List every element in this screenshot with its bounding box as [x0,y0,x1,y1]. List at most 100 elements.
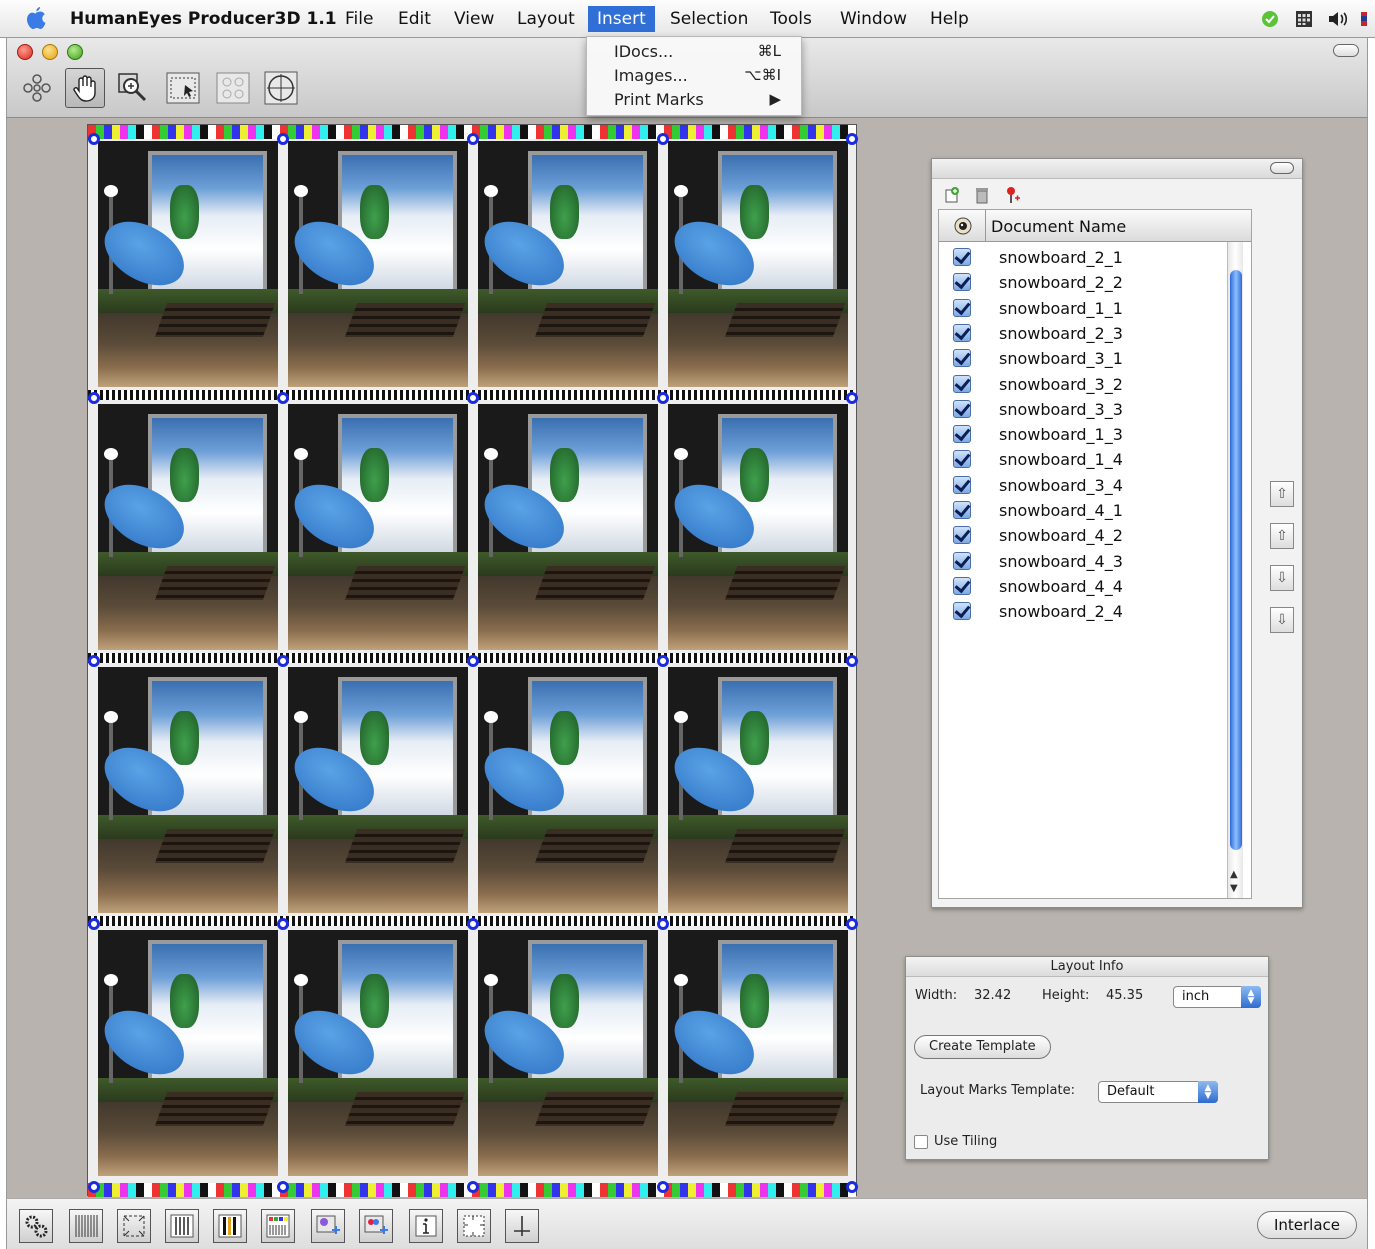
use-tiling-checkbox[interactable] [914,1135,928,1149]
calendar-grid-icon[interactable] [1293,8,1315,30]
scroll-up-arrow-icon[interactable]: ▲ [1230,869,1238,880]
registration-dot[interactable] [467,133,479,145]
menu-edit[interactable]: Edit [398,9,431,29]
column-header-document-name[interactable]: Document Name [991,217,1126,236]
registration-dot[interactable] [88,392,100,404]
minimize-window-button[interactable] [42,44,58,60]
snowboard-image-tile[interactable] [668,141,848,387]
settings-tool-button[interactable] [19,1209,53,1243]
document-row[interactable]: snowboard_2_3 [939,322,1229,347]
registration-dot[interactable] [277,392,289,404]
layout-marks-template-select[interactable]: Default ▲ ▼ [1098,1081,1218,1103]
move-down-button[interactable]: ⇩ [1270,565,1294,591]
panel-collapse-button[interactable] [1270,162,1294,174]
menu-tools[interactable]: Tools [770,9,812,29]
zoom-tool-button[interactable] [113,68,153,108]
snowboard-image-tile[interactable] [478,930,658,1176]
menu-item-idocs[interactable]: IDocs... [614,42,673,61]
flag-icon[interactable] [1361,8,1367,30]
hand-tool-button[interactable] [65,68,105,108]
document-visible-checkbox[interactable] [953,298,971,317]
crop-tool-button[interactable] [261,68,301,108]
document-list[interactable]: Document Name snowboard_2_1 snowboard_2_2… [938,209,1252,899]
interlace-fine-button[interactable] [69,1209,103,1243]
move-tool-button[interactable] [17,68,57,108]
document-row[interactable]: snowboard_4_3 [939,550,1229,575]
document-visible-checkbox[interactable] [953,349,971,368]
menu-help[interactable]: Help [930,9,969,29]
menu-file[interactable]: File [345,9,373,29]
registration-dot[interactable] [657,133,669,145]
document-row[interactable]: snowboard_4_4 [939,575,1229,600]
registration-dot[interactable] [467,655,479,667]
crosshair-button[interactable] [505,1209,539,1243]
document-row[interactable]: snowboard_1_4 [939,448,1229,473]
menu-selection[interactable]: Selection [670,9,748,29]
registration-dot[interactable] [277,655,289,667]
document-visible-checkbox[interactable] [953,501,971,519]
registration-dot[interactable] [467,918,479,930]
pin-document-icon[interactable] [1002,185,1022,205]
document-visible-checkbox[interactable] [953,399,971,418]
snowboard-image-tile[interactable] [98,930,278,1176]
document-row[interactable]: snowboard_1_3 [939,423,1229,448]
snowboard-image-tile[interactable] [288,930,468,1176]
print-marks-button[interactable] [261,1209,295,1243]
registration-dot[interactable] [88,133,100,145]
menu-item-print-marks[interactable]: Print Marks [614,90,704,109]
chat-status-icon[interactable] [1259,8,1281,30]
document-row[interactable]: snowboard_3_2 [939,373,1229,398]
registration-dot[interactable] [846,655,858,667]
snowboard-image-tile[interactable] [668,667,848,913]
registration-dot[interactable] [657,918,669,930]
document-visible-checkbox[interactable] [953,551,971,570]
snowboard-image-tile[interactable] [668,930,848,1176]
document-visible-checkbox[interactable] [953,526,971,545]
move-up-button[interactable]: ⇧ [1270,523,1294,549]
registration-dot[interactable] [277,1181,289,1193]
document-list-scrollbar[interactable]: ▲ ▼ [1227,242,1243,898]
toolbar-toggle-button[interactable] [1333,44,1359,57]
registration-dot[interactable] [846,918,858,930]
snowboard-image-tile[interactable] [98,404,278,650]
volume-icon[interactable] [1327,8,1349,30]
snowboard-image-tile[interactable] [288,667,468,913]
document-row[interactable]: snowboard_4_1 [939,499,1229,524]
registration-dot[interactable] [846,392,858,404]
snowboard-image-tile[interactable] [478,667,658,913]
menu-view[interactable]: View [454,9,494,29]
zoom-window-button[interactable] [67,44,83,60]
add-document-button[interactable] [359,1209,393,1243]
document-row[interactable]: snowboard_3_4 [939,474,1229,499]
document-row[interactable]: snowboard_4_2 [939,524,1229,549]
registration-dot[interactable] [657,392,669,404]
delete-document-icon[interactable] [972,185,992,205]
add-image-button[interactable] [311,1209,345,1243]
app-menu[interactable]: HumanEyes Producer3D 1.1 [70,9,337,29]
registration-dot[interactable] [277,918,289,930]
scrollbar-thumb[interactable] [1230,270,1242,850]
create-template-button[interactable]: Create Template [914,1035,1051,1059]
visibility-eye-icon[interactable] [953,216,973,236]
menu-insert[interactable]: Insert [588,6,655,32]
registration-dot[interactable] [657,1181,669,1193]
snowboard-image-tile[interactable] [288,141,468,387]
unit-select[interactable]: inch ▲ ▼ [1173,986,1261,1008]
document-row[interactable]: snowboard_2_4 [939,600,1229,625]
snowboard-image-tile[interactable] [478,404,658,650]
registration-dot[interactable] [846,133,858,145]
document-row[interactable]: snowboard_3_1 [939,347,1229,372]
snowboard-image-tile[interactable] [98,667,278,913]
document-visible-checkbox[interactable] [953,425,971,444]
snowboard-image-tile[interactable] [288,404,468,650]
registration-dot[interactable] [277,133,289,145]
document-row[interactable]: snowboard_2_2 [939,271,1229,296]
registration-dot[interactable] [467,1181,479,1193]
document-row[interactable]: snowboard_2_1 [939,246,1229,271]
scroll-down-arrow-icon[interactable]: ▼ [1230,883,1238,894]
move-to-bottom-button[interactable]: ⇩ [1270,607,1294,633]
document-visible-checkbox[interactable] [953,248,971,266]
menu-layout[interactable]: Layout [517,9,575,29]
registration-dot[interactable] [467,392,479,404]
move-to-top-button[interactable]: ⇧ [1270,481,1294,507]
